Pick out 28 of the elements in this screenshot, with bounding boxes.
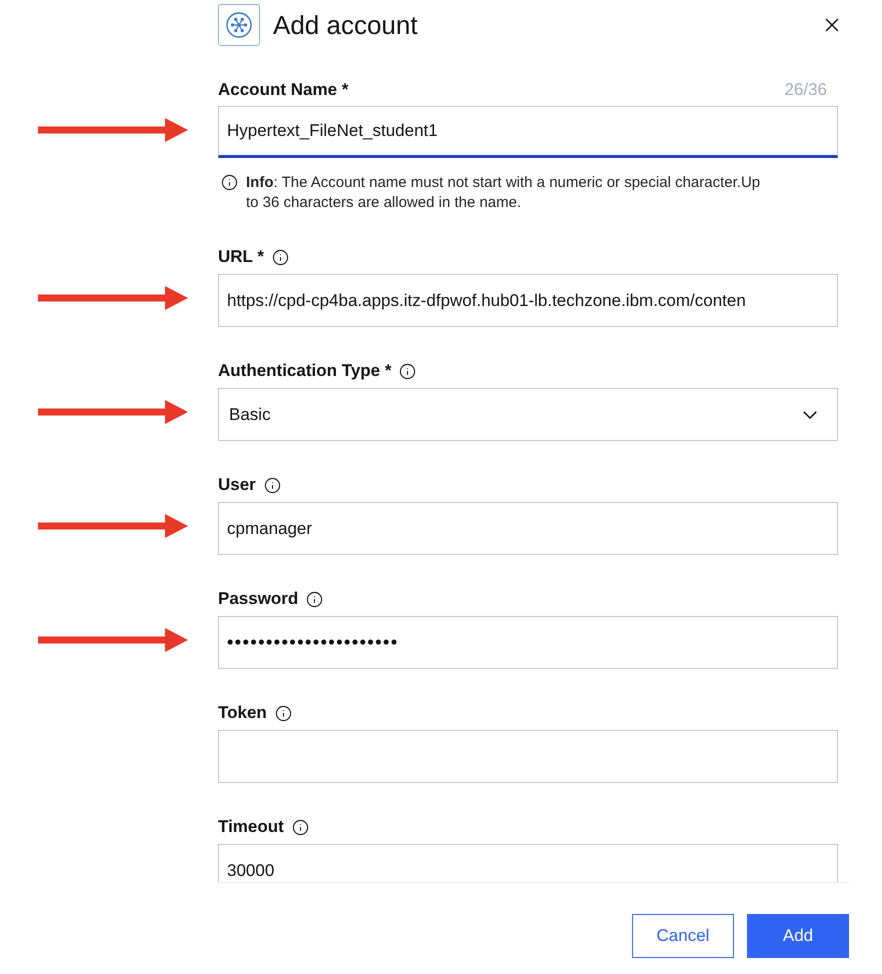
field-label: Account Name * (218, 79, 348, 101)
input-field[interactable] (218, 730, 838, 783)
field-label: Password (218, 588, 298, 610)
input-field[interactable]: cpmanager (218, 502, 838, 555)
add-button[interactable]: Add (747, 914, 849, 958)
info-icon[interactable] (264, 476, 281, 494)
field-label: Timeout (218, 816, 284, 838)
info-icon (221, 174, 238, 191)
field-label: Authentication Type * (218, 360, 392, 382)
input-field[interactable]: 30000 (218, 844, 838, 882)
input-field[interactable]: Hypertext_FileNet_student1 (218, 106, 838, 158)
field-label: URL * (218, 246, 264, 268)
chevron-down-icon (803, 410, 817, 418)
network-icon (218, 4, 260, 46)
field-label: User (218, 474, 256, 496)
dialog-title: Add account (273, 9, 418, 42)
helper-text: Info: The Account name must not start with a numeric or special character.Up to 36 characters are allowed in the name. (246, 173, 762, 213)
input-field[interactable]: •••••••••••••••••••••• (218, 616, 838, 669)
info-icon[interactable] (292, 818, 309, 836)
character-counter: 26/36 (784, 79, 828, 101)
info-icon[interactable] (399, 362, 416, 380)
info-icon[interactable] (306, 590, 324, 608)
info-icon[interactable] (272, 248, 289, 266)
info-icon[interactable] (274, 704, 292, 722)
field-label: Token (218, 702, 267, 724)
dropdown[interactable]: Basic (218, 388, 838, 441)
input-field[interactable]: https://cpd-cp4ba.apps.itz-dfpwof.hub01-lb.techzone.ibm.com/conten (218, 274, 838, 327)
cancel-button[interactable]: Cancel (632, 914, 734, 958)
